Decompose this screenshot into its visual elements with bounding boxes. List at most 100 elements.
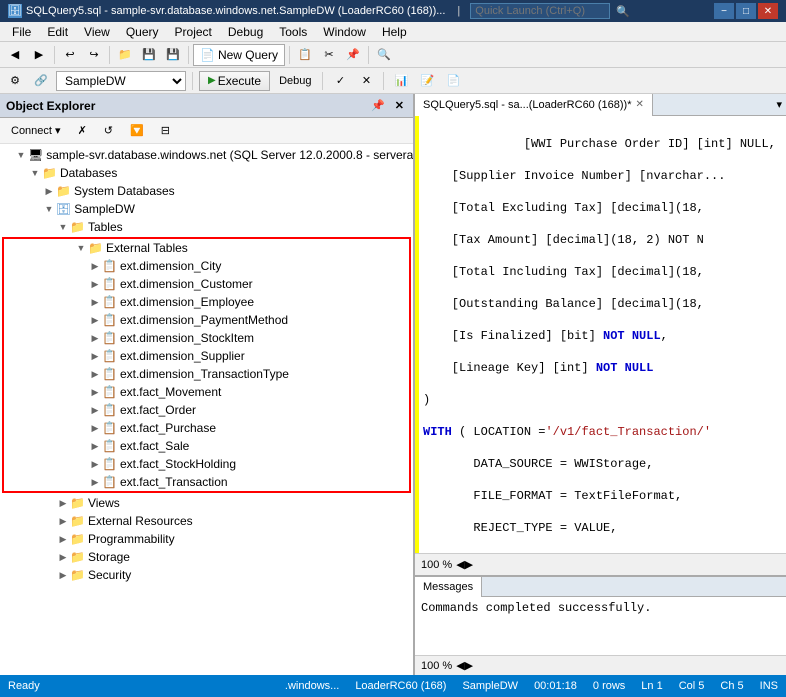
open-button[interactable]: 📁 [114, 44, 136, 66]
tree-dim-city[interactable]: ▶ 📋 ext.dimension_City [4, 257, 409, 275]
expand-external-tables[interactable]: ▼ [74, 241, 88, 255]
zoom-slider2-icon[interactable]: ◀▶ [456, 659, 473, 672]
expand-security[interactable]: ▶ [56, 568, 70, 582]
tree-sampledw[interactable]: ▼ 🗄 SampleDW [0, 200, 413, 218]
expand-sampledw[interactable]: ▼ [42, 202, 56, 216]
tree-tables[interactable]: ▼ 📁 Tables [0, 218, 413, 236]
forward-button[interactable]: ▶ [28, 44, 50, 66]
zoom-slider-icon[interactable]: ◀▶ [456, 558, 473, 571]
tree-dim-stockitem[interactable]: ▶ 📋 ext.dimension_StockItem [4, 329, 409, 347]
expand-dim-employee[interactable]: ▶ [88, 295, 102, 309]
save-button[interactable]: 💾 [138, 44, 160, 66]
expand-dim-customer[interactable]: ▶ [88, 277, 102, 291]
minimize-button[interactable]: − [714, 3, 734, 19]
menu-view[interactable]: View [76, 23, 118, 41]
tree-fact-sale[interactable]: ▶ 📋 ext.fact_Sale [4, 437, 409, 455]
expand-dim-city[interactable]: ▶ [88, 259, 102, 273]
tree-dim-payment[interactable]: ▶ 📋 ext.dimension_PaymentMethod [4, 311, 409, 329]
file-results-button[interactable]: 📄 [442, 70, 464, 92]
menu-file[interactable]: File [4, 23, 39, 41]
tree-fact-stockholding[interactable]: ▶ 📋 ext.fact_StockHolding [4, 455, 409, 473]
expand-systemdb[interactable]: ▶ [42, 184, 56, 198]
paste-button[interactable]: 📌 [342, 44, 364, 66]
tree-views[interactable]: ▶ 📁 Views [0, 494, 413, 512]
expand-fact-purchase[interactable]: ▶ [88, 421, 102, 435]
quick-launch-input[interactable] [470, 3, 610, 19]
sql-tab-close[interactable]: ✕ [635, 99, 643, 110]
tree-fact-movement[interactable]: ▶ 📋 ext.fact_Movement [4, 383, 409, 401]
expand-dim-payment[interactable]: ▶ [88, 313, 102, 327]
menu-query[interactable]: Query [118, 23, 167, 41]
oe-close-icon[interactable]: ✕ [392, 98, 407, 113]
sql-code-area[interactable]: [WWI Purchase Order ID] [int] NULL, [Sup… [415, 116, 786, 553]
tree-external-resources[interactable]: ▶ 📁 External Resources [0, 512, 413, 530]
database-selector[interactable]: SampleDW [56, 71, 186, 91]
cancel-query-button[interactable]: ✕ [355, 70, 377, 92]
text-results-button[interactable]: 📝 [416, 70, 438, 92]
tree-external-tables[interactable]: ▼ 📁 External Tables [4, 239, 409, 257]
messages-tab[interactable]: Messages [415, 577, 482, 597]
cut-button[interactable]: ✂ [318, 44, 340, 66]
menu-help[interactable]: Help [374, 23, 415, 41]
tree-server1[interactable]: ▼ 🖥 sample-svr.database.windows.net (SQL… [0, 146, 413, 164]
redo-button[interactable]: ↪ [83, 44, 105, 66]
back-button[interactable]: ◀ [4, 44, 26, 66]
sql-tab-query5[interactable]: SQLQuery5.sql - sa...(LoaderRC60 (168))*… [415, 94, 653, 116]
expand-fact-transaction[interactable]: ▶ [88, 475, 102, 489]
filter-button[interactable]: 🔽 [123, 121, 151, 140]
expand-dim-transtype[interactable]: ▶ [88, 367, 102, 381]
debug-btn[interactable]: Debug [274, 70, 316, 92]
disconnect-button[interactable]: ✗ [71, 121, 94, 140]
messages-content[interactable]: Commands completed successfully. [415, 597, 786, 655]
expand-storage[interactable]: ▶ [56, 550, 70, 564]
menu-project[interactable]: Project [167, 23, 220, 41]
menu-debug[interactable]: Debug [220, 23, 271, 41]
parse-button[interactable]: ✓ [329, 70, 351, 92]
search-button[interactable]: 🔍 [373, 44, 395, 66]
search-icon[interactable]: 🔍 [616, 5, 630, 18]
copy-button[interactable]: 📋 [294, 44, 316, 66]
expand-tables[interactable]: ▼ [56, 220, 70, 234]
expand-views[interactable]: ▶ [56, 496, 70, 510]
tb2-btn1[interactable]: ⚙ [4, 70, 26, 92]
tree-fact-purchase[interactable]: ▶ 📋 ext.fact_Purchase [4, 419, 409, 437]
expand-dim-supplier[interactable]: ▶ [88, 349, 102, 363]
expand-fact-movement[interactable]: ▶ [88, 385, 102, 399]
refresh-button[interactable]: ↺ [97, 121, 120, 140]
expand-programmability[interactable]: ▶ [56, 532, 70, 546]
tb2-btn2[interactable]: 🔗 [30, 70, 52, 92]
tree-databases1[interactable]: ▼ 📁 Databases [0, 164, 413, 182]
panel-controls[interactable]: ▾ [776, 98, 786, 111]
tree-security[interactable]: ▶ 📁 Security [0, 566, 413, 584]
tree-dim-customer[interactable]: ▶ 📋 ext.dimension_Customer [4, 275, 409, 293]
execute-button[interactable]: ▶ Execute [199, 71, 270, 91]
tree-programmability[interactable]: ▶ 📁 Programmability [0, 530, 413, 548]
expand-fact-stockholding[interactable]: ▶ [88, 457, 102, 471]
expand-fact-sale[interactable]: ▶ [88, 439, 102, 453]
expand-dim-stockitem[interactable]: ▶ [88, 331, 102, 345]
undo-button[interactable]: ↩ [59, 44, 81, 66]
expand-server1[interactable]: ▼ [14, 148, 28, 162]
tree-storage[interactable]: ▶ 📁 Storage [0, 548, 413, 566]
storage-label: Storage [88, 550, 130, 564]
tree-dim-supplier[interactable]: ▶ 📋 ext.dimension_Supplier [4, 347, 409, 365]
connect-button[interactable]: Connect ▾ [4, 121, 68, 140]
close-button[interactable]: ✕ [758, 3, 778, 19]
expand-fact-order[interactable]: ▶ [88, 403, 102, 417]
tree-dim-employee[interactable]: ▶ 📋 ext.dimension_Employee [4, 293, 409, 311]
menu-edit[interactable]: Edit [39, 23, 76, 41]
tree-system-databases[interactable]: ▶ 📁 System Databases [0, 182, 413, 200]
new-query-button[interactable]: 📄 New Query [193, 44, 285, 66]
collapse-button[interactable]: ⊟ [154, 121, 177, 140]
tree-fact-order[interactable]: ▶ 📋 ext.fact_Order [4, 401, 409, 419]
results-button[interactable]: 📊 [390, 70, 412, 92]
tree-dim-transtype[interactable]: ▶ 📋 ext.dimension_TransactionType [4, 365, 409, 383]
save-all-button[interactable]: 💾 [162, 44, 184, 66]
menu-window[interactable]: Window [315, 23, 374, 41]
maximize-button[interactable]: □ [736, 3, 756, 19]
pin-icon[interactable]: 📌 [368, 98, 388, 113]
expand-databases1[interactable]: ▼ [28, 166, 42, 180]
menu-tools[interactable]: Tools [271, 23, 315, 41]
expand-external-resources[interactable]: ▶ [56, 514, 70, 528]
tree-fact-transaction[interactable]: ▶ 📋 ext.fact_Transaction [4, 473, 409, 491]
